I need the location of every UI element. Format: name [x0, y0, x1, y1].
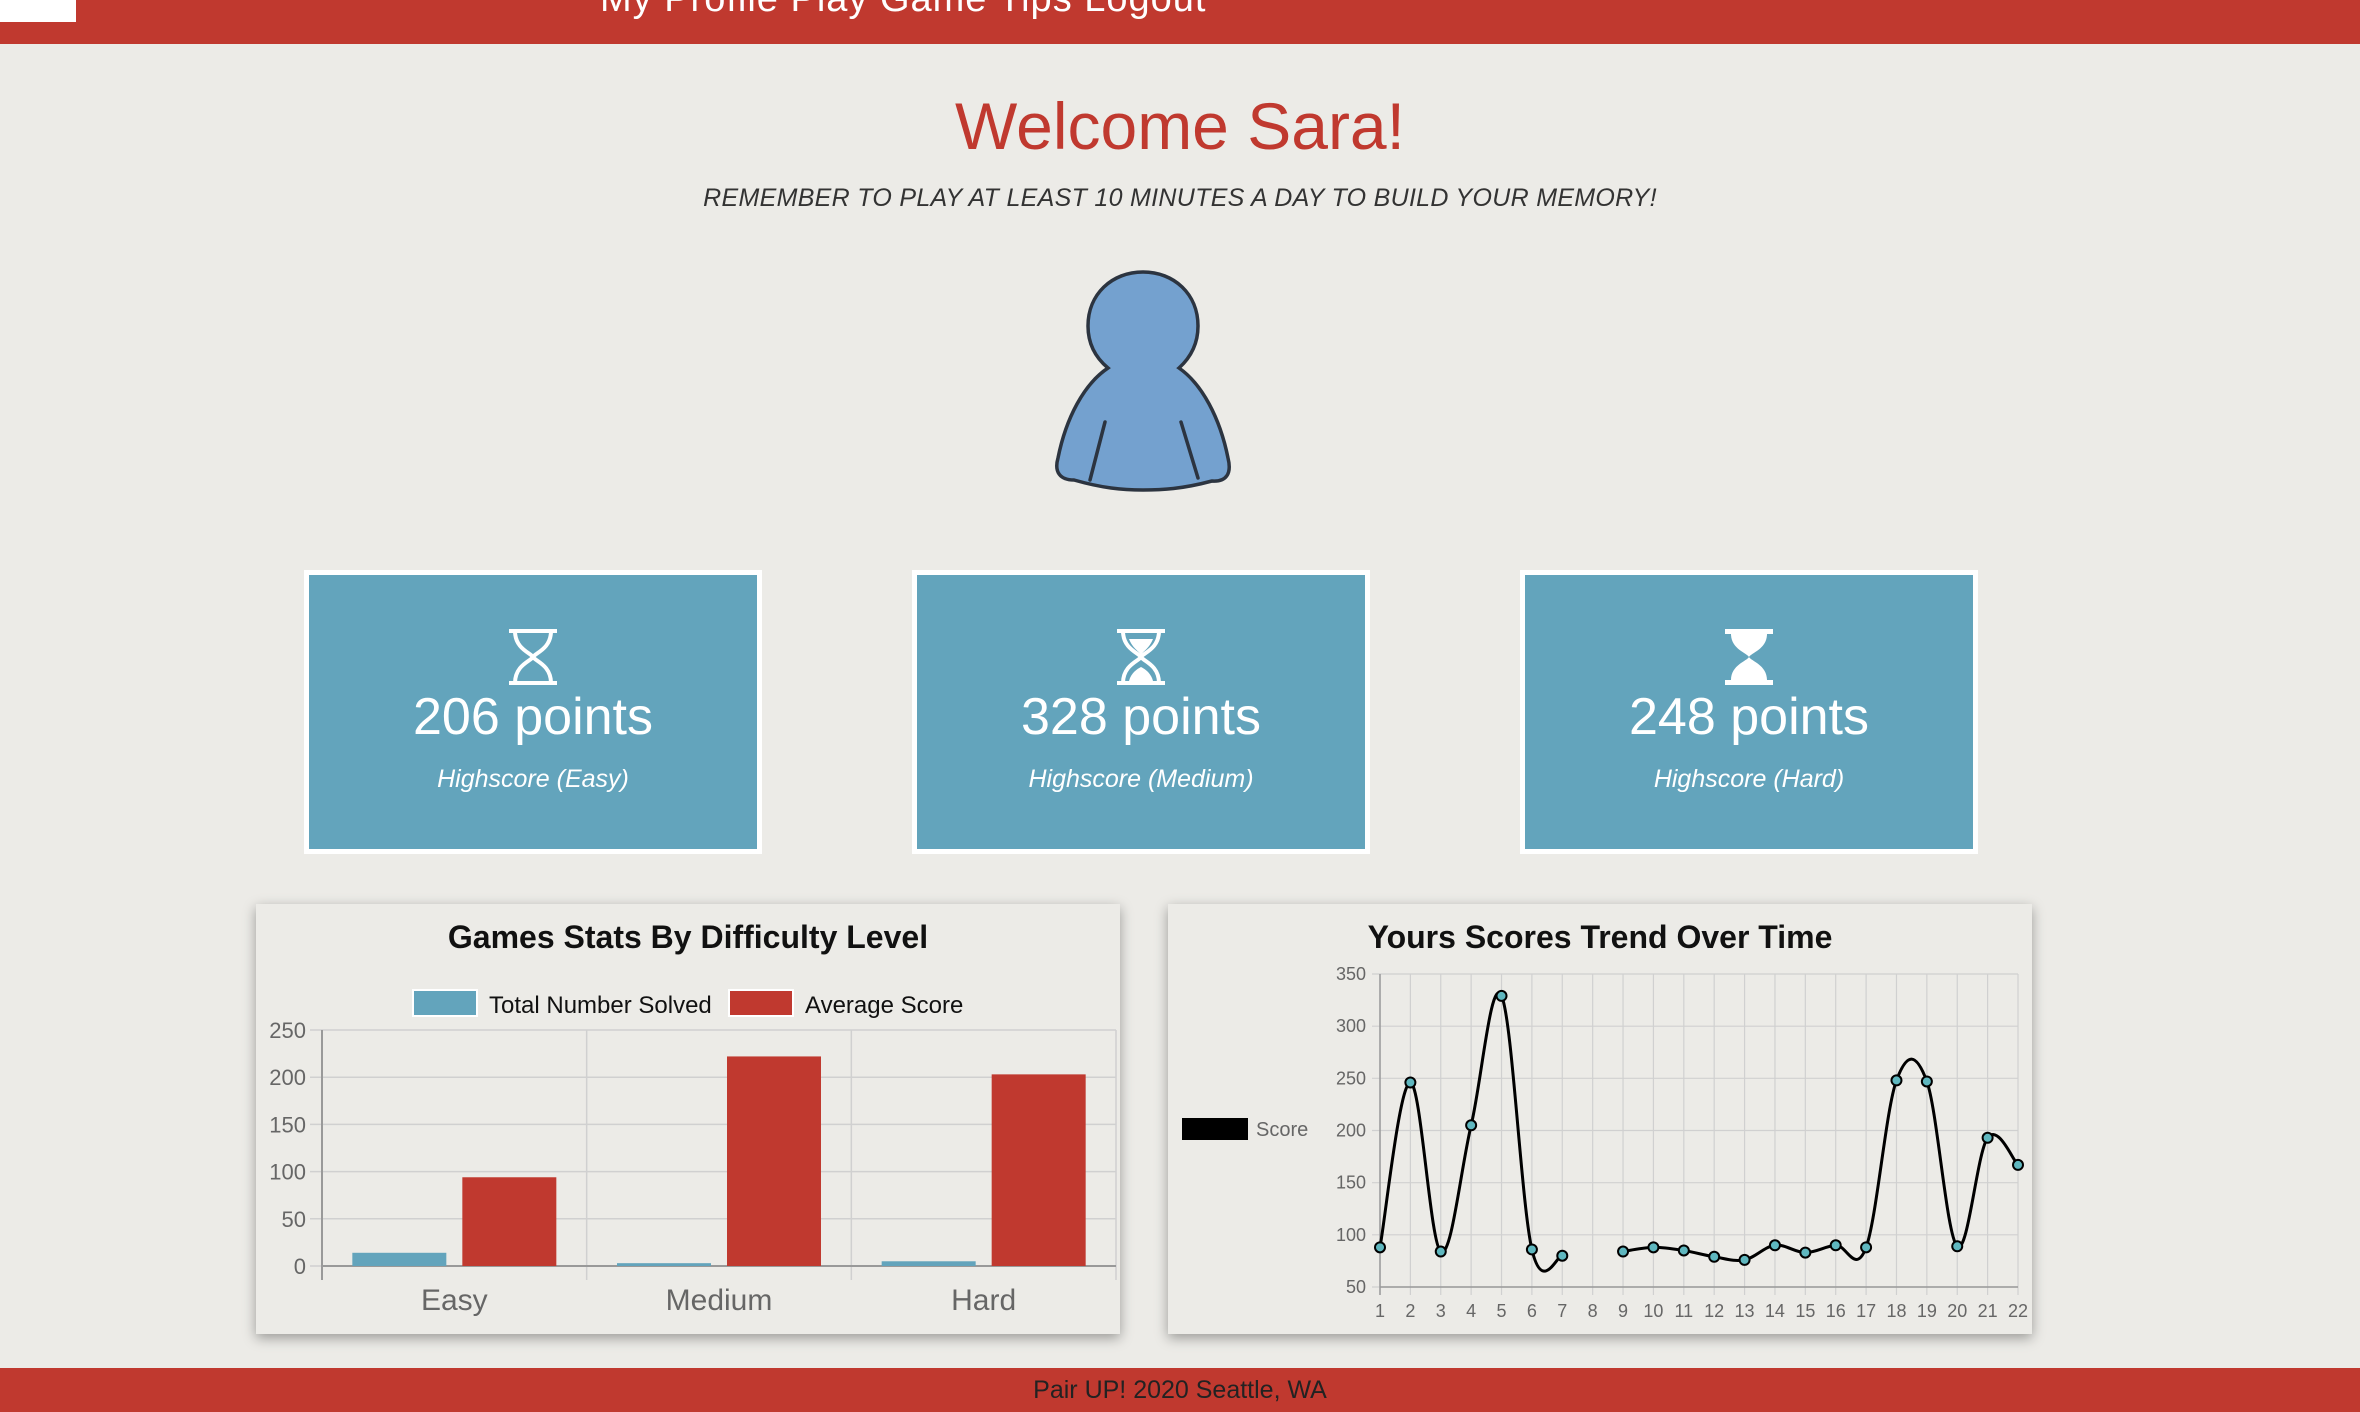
x-tick-label: Hard [951, 1284, 1016, 1317]
bar-average-score[interactable] [727, 1056, 821, 1266]
highscore-value: 248 points [1629, 688, 1869, 746]
score-point[interactable] [1404, 1076, 1417, 1089]
highscore-card-hard: 248 points Highscore (Hard) [1520, 570, 1978, 854]
chart-title: Games Stats By Difficulty Level [448, 919, 928, 955]
top-nav-bar: My Profile Play Game Tips Logout [0, 0, 2360, 44]
highscore-label: Highscore (Hard) [1653, 765, 1845, 793]
x-tick-label: 3 [1436, 1301, 1446, 1321]
x-tick-label: 20 [1947, 1301, 1967, 1321]
legend-swatch-score[interactable] [1182, 1118, 1248, 1140]
score-point[interactable] [1647, 1241, 1660, 1254]
x-tick-label: 14 [1765, 1301, 1785, 1321]
bar-total-solved[interactable] [617, 1263, 711, 1266]
x-tick-label: 6 [1527, 1301, 1537, 1321]
x-tick-label: 21 [1978, 1301, 1998, 1321]
x-tick-label: 1 [1375, 1301, 1385, 1321]
hourglass-start-icon [509, 629, 557, 685]
score-point[interactable] [2012, 1158, 2024, 1171]
y-tick-label: 250 [269, 1018, 306, 1043]
y-tick-label: 200 [269, 1065, 306, 1090]
legend-label-average-score[interactable]: Average Score [805, 992, 963, 1019]
x-tick-label: 7 [1557, 1301, 1567, 1321]
x-tick-label: 8 [1588, 1301, 1598, 1321]
x-tick-label: 22 [2008, 1301, 2028, 1321]
score-point[interactable] [1890, 1074, 1903, 1087]
bar-average-score[interactable] [462, 1177, 557, 1266]
difficulty-stats-chart: Games Stats By Difficulty Level Total Nu… [256, 904, 1120, 1334]
bar-average-score[interactable] [991, 1074, 1086, 1266]
score-point[interactable] [1525, 1243, 1538, 1256]
score-point[interactable] [1860, 1241, 1873, 1254]
x-tick-label: 10 [1643, 1301, 1663, 1321]
highscore-value: 206 points [413, 688, 653, 746]
x-tick-label: 19 [1917, 1301, 1937, 1321]
score-point[interactable] [1951, 1240, 1964, 1253]
line-chart-svg: Yours Scores Trend Over Time Score 50 100… [1182, 919, 2028, 1321]
y-tick-label: 300 [1336, 1016, 1366, 1036]
x-tick-label: 15 [1795, 1301, 1815, 1321]
score-point[interactable] [1708, 1250, 1721, 1263]
score-point[interactable] [1768, 1239, 1781, 1252]
x-tick-label: 11 [1674, 1301, 1693, 1321]
score-point[interactable] [1799, 1246, 1812, 1259]
highscore-card-medium: 328 points Highscore (Medium) [912, 570, 1370, 854]
x-tick-label: 13 [1735, 1301, 1755, 1321]
legend-label-total-solved[interactable]: Total Number Solved [489, 992, 712, 1019]
chart-title: Yours Scores Trend Over Time [1368, 919, 1833, 955]
y-tick-label: 50 [282, 1207, 306, 1232]
hourglass-half-icon [1117, 629, 1165, 685]
avatar-icon [1055, 270, 1231, 492]
score-line [1622, 1057, 2020, 1262]
y-tick-label: 100 [1336, 1225, 1366, 1245]
x-tick-label: 12 [1704, 1301, 1724, 1321]
score-point[interactable] [1374, 1241, 1386, 1254]
score-point[interactable] [1434, 1245, 1447, 1258]
highscore-card-easy: 206 points Highscore (Easy) [304, 570, 762, 854]
x-tick-label: 4 [1466, 1301, 1476, 1321]
x-tick-label: 18 [1886, 1301, 1906, 1321]
y-tick-label: 350 [1336, 964, 1366, 984]
y-tick-label: 250 [1336, 1068, 1366, 1088]
logo[interactable] [0, 0, 76, 22]
bar-total-solved[interactable] [352, 1252, 447, 1266]
nav-links[interactable]: My Profile Play Game Tips Logout [600, 0, 1206, 21]
reminder-subtitle: REMEMBER TO PLAY AT LEAST 10 MINUTES A D… [703, 184, 1657, 212]
x-tick-label: 16 [1826, 1301, 1846, 1321]
legend-label-score[interactable]: Score [1256, 1119, 1308, 1141]
x-tick-label: 17 [1856, 1301, 1876, 1321]
y-tick-label: 150 [1336, 1173, 1366, 1193]
highscore-label: Highscore (Easy) [437, 765, 629, 793]
highscore-label: Highscore (Medium) [1028, 765, 1254, 793]
score-trend-chart: Yours Scores Trend Over Time Score 50 100… [1168, 904, 2032, 1334]
score-point[interactable] [1617, 1245, 1630, 1258]
x-tick-label: 9 [1618, 1301, 1628, 1321]
y-tick-label: 0 [294, 1254, 306, 1279]
footer-text: Pair UP! 2020 Seattle, WA [1033, 1376, 1327, 1404]
score-point[interactable] [1738, 1253, 1751, 1266]
score-point[interactable] [1829, 1239, 1842, 1252]
bar-total-solved[interactable] [881, 1261, 976, 1266]
x-tick-label: Easy [421, 1284, 488, 1317]
y-tick-label: 200 [1336, 1121, 1366, 1141]
highscore-value: 328 points [1021, 688, 1261, 746]
score-point[interactable] [1677, 1244, 1690, 1257]
hourglass-end-icon [1725, 629, 1773, 685]
score-point[interactable] [1495, 989, 1508, 1002]
score-point[interactable] [1981, 1131, 1994, 1144]
legend-swatch-average-score[interactable] [728, 989, 794, 1017]
y-tick-label: 150 [269, 1112, 306, 1137]
x-tick-label: Medium [666, 1284, 773, 1317]
score-point[interactable] [1556, 1249, 1569, 1262]
welcome-title: Welcome Sara! [955, 89, 1405, 163]
y-tick-label: 100 [269, 1160, 306, 1185]
x-tick-label: 5 [1497, 1301, 1507, 1321]
bar-chart-svg: Games Stats By Difficulty Level Total Nu… [269, 919, 1117, 1317]
x-tick-label: 2 [1405, 1301, 1415, 1321]
score-point[interactable] [1465, 1119, 1478, 1132]
score-point[interactable] [1920, 1075, 1933, 1088]
footer: Pair UP! 2020 Seattle, WA [0, 1368, 2360, 1412]
legend-swatch-total-solved[interactable] [412, 989, 478, 1017]
y-tick-label: 50 [1346, 1277, 1366, 1297]
